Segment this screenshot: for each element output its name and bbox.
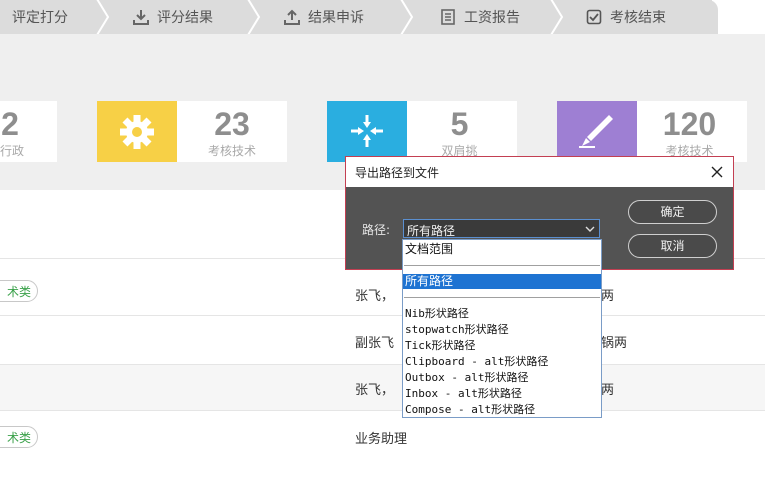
stat-card-tech-2[interactable]: 120 考核技术	[557, 101, 747, 162]
dropdown-option[interactable]: Tick形状路径	[403, 338, 601, 353]
path-dropdown-list: 文档范围 所有路径 Nib形状路径 stopwatch形状路径 Tick形状路径…	[402, 239, 602, 418]
cancel-button[interactable]: 取消	[628, 234, 717, 258]
path-select[interactable]: 所有路径	[403, 219, 600, 238]
dropdown-option[interactable]: Inbox - alt形状路径	[403, 386, 601, 401]
upload-icon	[284, 9, 300, 25]
tab-separator	[96, 0, 110, 35]
dropdown-separator	[404, 297, 600, 298]
dialog-title-bar[interactable]: 导出路径到文件	[346, 157, 733, 187]
tab-score[interactable]: 评定打分	[12, 0, 68, 34]
dropdown-option[interactable]: Compose - alt形状路径	[403, 402, 601, 417]
path-select-value: 所有路径	[407, 224, 456, 238]
row-divider	[0, 410, 765, 411]
dropdown-option[interactable]: stopwatch形状路径	[403, 322, 601, 337]
tab-results-label: 评分结果	[157, 10, 213, 26]
row-tail: 锅两	[601, 336, 628, 351]
wizard-tab-bar: 评定打分 评分结果 结果申诉 工资报告 考核结束	[0, 0, 765, 35]
category-tag: 术类	[0, 280, 38, 302]
dropdown-option[interactable]: Clipboard - alt形状路径	[403, 354, 601, 369]
tab-separator	[400, 0, 414, 35]
stat-label: 考核技术	[207, 144, 256, 158]
row-name: 张飞，	[355, 289, 395, 304]
gear-icon	[120, 115, 154, 149]
ok-button[interactable]: 确定	[628, 200, 717, 224]
stat-card-tech[interactable]: 23 考核技术	[97, 101, 287, 162]
tab-finish[interactable]: 考核结束	[586, 0, 666, 34]
stat-value: 120	[662, 106, 717, 142]
tab-separator	[247, 0, 261, 35]
row-name: 张飞，	[355, 383, 395, 398]
checkbox-icon	[586, 9, 602, 25]
dialog-title: 导出路径到文件	[355, 166, 440, 180]
brush-icon	[579, 115, 613, 148]
stat-tile	[327, 101, 407, 162]
dropdown-option[interactable]: Outbox - alt形状路径	[403, 370, 601, 385]
stat-card-dual[interactable]: 5 双肩挑	[327, 101, 517, 162]
tab-bar-end	[704, 0, 718, 34]
stat-label: 行政	[0, 144, 24, 158]
tab-finish-label: 考核结束	[610, 10, 666, 26]
tab-salary-report[interactable]: 工资报告	[440, 0, 520, 34]
tab-separator	[550, 0, 564, 35]
dropdown-option[interactable]: Nib形状路径	[403, 306, 601, 321]
download-icon	[133, 10, 149, 25]
category-tag: 术类	[0, 426, 38, 448]
row-name: 业务助理	[355, 432, 408, 447]
stat-tile	[97, 101, 177, 162]
tab-results[interactable]: 评分结果	[133, 0, 213, 34]
collapse-arrows-icon	[351, 115, 383, 147]
stat-value: 23	[214, 106, 250, 142]
tab-appeal-label: 结果申诉	[308, 10, 364, 26]
tab-salary-report-label: 工资报告	[464, 10, 520, 26]
stat-value: 2	[1, 106, 19, 142]
tab-appeal[interactable]: 结果申诉	[284, 0, 364, 34]
chevron-down-icon	[585, 226, 595, 232]
stat-tile	[557, 101, 637, 162]
path-label: 路径:	[362, 223, 391, 237]
row-name: 副张飞	[355, 336, 395, 351]
dropdown-separator	[404, 265, 600, 266]
stat-value: 5	[450, 106, 469, 142]
tab-score-label: 评定打分	[12, 10, 68, 26]
dropdown-option-all-paths[interactable]: 所有路径	[403, 274, 601, 289]
dropdown-group-document[interactable]: 文档范围	[403, 242, 601, 257]
document-icon	[441, 9, 455, 25]
stat-card-admin[interactable]: 2 行政	[0, 101, 57, 162]
row-tail: 两	[601, 383, 615, 398]
close-icon[interactable]	[707, 162, 727, 182]
row-divider	[0, 364, 765, 365]
row-tail: 两	[601, 289, 615, 304]
row-divider	[0, 315, 765, 316]
